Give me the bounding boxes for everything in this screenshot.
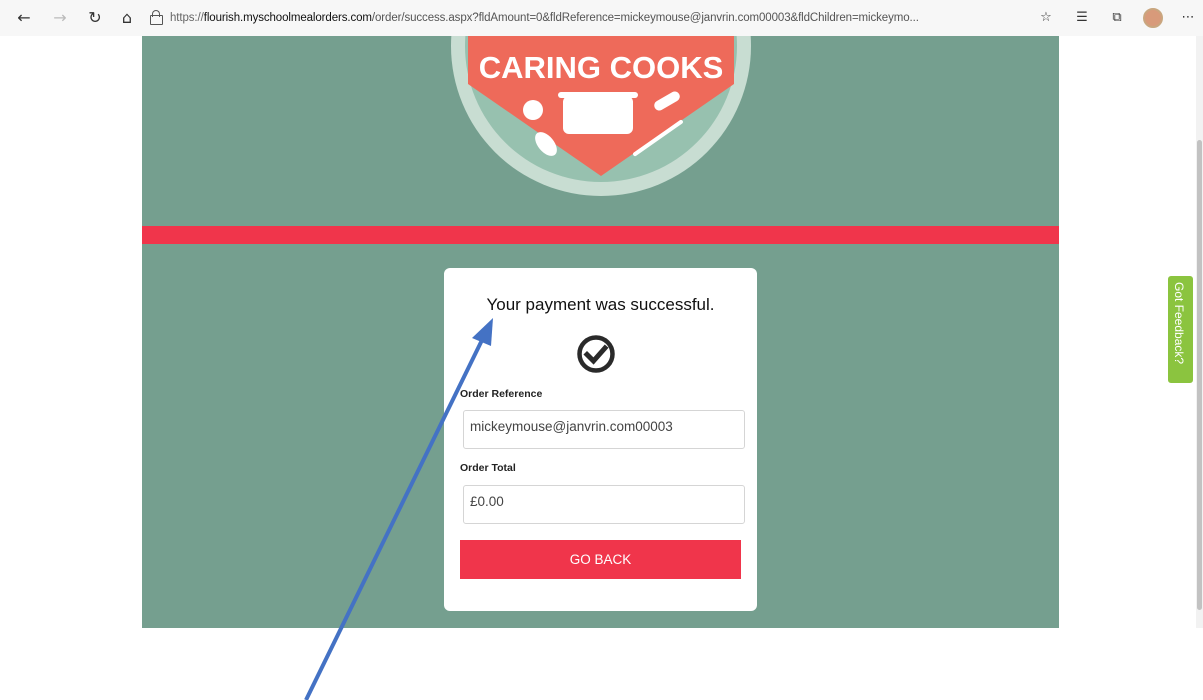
annotation-arrow — [304, 318, 493, 700]
